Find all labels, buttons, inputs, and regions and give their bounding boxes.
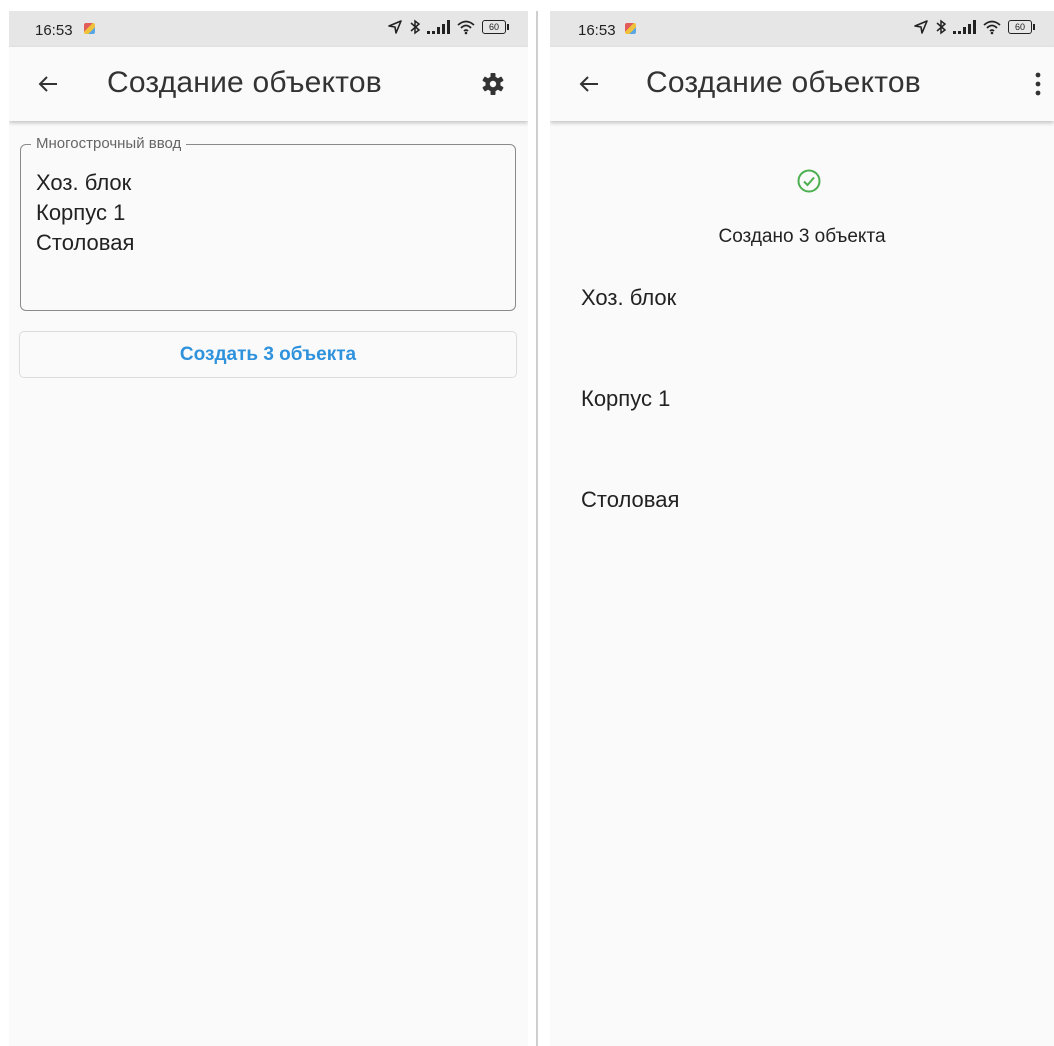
status-time: 16:53 (578, 22, 616, 39)
check-circle-icon (797, 169, 821, 193)
arrow-left-icon[interactable] (35, 71, 61, 97)
input-legend: Многострочный ввод (31, 135, 187, 152)
list-item[interactable]: Корпус 1 (581, 386, 670, 412)
left-screen: 16:53 60 Создание объектов Многострочный… (9, 11, 528, 1046)
wifi-icon (983, 20, 1001, 35)
right-screen: 16:53 60 Создание объектов Создано 3 объ… (550, 11, 1054, 1046)
wifi-icon (457, 20, 475, 35)
location-icon (914, 20, 928, 34)
page-title: Создание объектов (646, 66, 921, 99)
success-message: Создано 3 объекта (718, 226, 886, 247)
battery-icon: 60 (482, 20, 509, 34)
status-icons: 60 (387, 19, 509, 35)
create-objects-button[interactable]: Создать 3 объекта (19, 331, 517, 378)
status-time: 16:53 (35, 22, 73, 39)
app-notification-icon (625, 23, 636, 34)
gear-icon[interactable] (480, 71, 506, 97)
input-line: Хоз. блок (36, 170, 132, 195)
input-value[interactable]: Хоз. блок Корпус 1 Столовая (36, 168, 505, 258)
page-title: Создание объектов (107, 66, 382, 99)
more-vert-icon[interactable] (1034, 71, 1042, 97)
screens-divider (536, 11, 538, 1046)
app-notification-icon (84, 23, 95, 34)
arrow-left-icon[interactable] (576, 71, 602, 97)
input-line: Корпус 1 (36, 200, 126, 225)
list-item[interactable]: Хоз. блок (581, 285, 676, 311)
multiline-input[interactable]: Многострочный ввод Хоз. блок Корпус 1 Ст… (20, 135, 516, 311)
app-bar: Создание объектов (9, 47, 528, 121)
signal-icon (427, 20, 450, 34)
location-icon (388, 20, 402, 34)
status-icons: 60 (913, 19, 1035, 35)
bluetooth-icon (410, 19, 421, 35)
signal-icon (953, 20, 976, 34)
app-bar: Создание объектов (550, 47, 1054, 121)
list-item[interactable]: Столовая (581, 487, 679, 513)
battery-icon: 60 (1008, 20, 1035, 34)
status-bar: 16:53 60 (9, 11, 528, 47)
input-line: Столовая (36, 230, 135, 255)
bluetooth-icon (936, 19, 947, 35)
status-bar: 16:53 60 (550, 11, 1054, 47)
